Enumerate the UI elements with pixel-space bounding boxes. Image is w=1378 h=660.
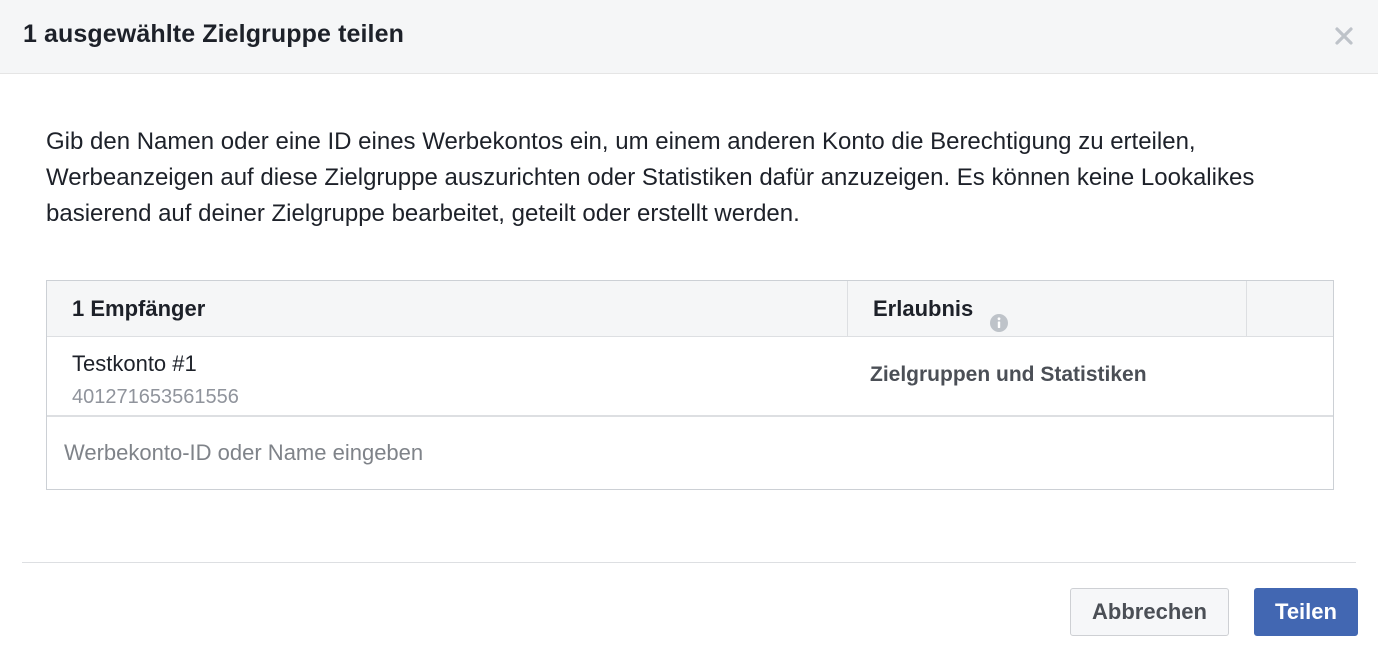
cancel-button[interactable]: Abbrechen bbox=[1070, 588, 1229, 636]
account-id: 401271653561556 bbox=[72, 386, 239, 408]
recipients-table: 1 Empfänger Erlaubnis Testkonto #1 40127… bbox=[46, 280, 1334, 490]
dialog-header: 1 ausgewählte Zielgruppe teilen bbox=[0, 0, 1378, 74]
permission-value[interactable]: Zielgruppen und Statistiken bbox=[870, 363, 1147, 387]
dialog-title: 1 ausgewählte Zielgruppe teilen bbox=[23, 20, 404, 48]
ad-account-search-input[interactable] bbox=[47, 417, 1333, 489]
column-divider bbox=[847, 281, 848, 336]
info-icon[interactable] bbox=[989, 298, 1009, 333]
recipients-column-header: 1 Empfänger bbox=[72, 296, 206, 321]
table-header: 1 Empfänger Erlaubnis bbox=[47, 281, 1333, 337]
dialog-description: Gib den Namen oder eine ID eines Werbeko… bbox=[46, 128, 1255, 227]
share-audience-dialog: 1 ausgewählte Zielgruppe teilen Gib den … bbox=[0, 0, 1378, 660]
footer-divider bbox=[22, 562, 1356, 563]
account-name: Testkonto #1 bbox=[72, 351, 197, 376]
column-divider bbox=[1246, 281, 1247, 336]
permission-header-label: Erlaubnis bbox=[873, 296, 974, 321]
share-button[interactable]: Teilen bbox=[1254, 588, 1358, 636]
permission-column-header: Erlaubnis bbox=[873, 281, 1009, 336]
table-row: Testkonto #1 401271653561556 Zielgruppen… bbox=[47, 337, 1333, 417]
close-icon[interactable] bbox=[1332, 24, 1356, 48]
